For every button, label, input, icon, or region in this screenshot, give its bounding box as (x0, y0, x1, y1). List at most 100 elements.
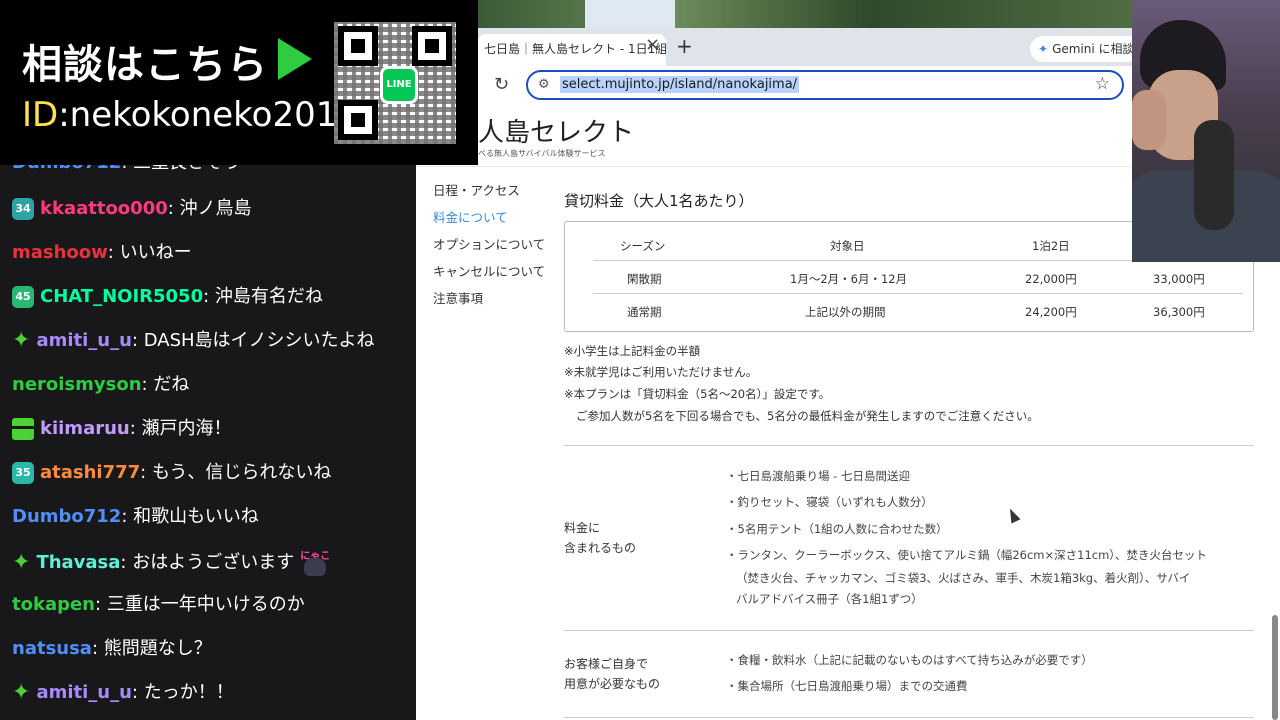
section-divider (564, 717, 1254, 718)
chat-message: neroismyson: だね (12, 374, 190, 395)
note-line: ご参加人数が5名を下回る場合でも、5名分の最低料金が発生しますのでご注意ください… (576, 409, 1039, 423)
webcam-feed (1132, 0, 1280, 262)
chat-username[interactable]: tokapen (12, 594, 95, 615)
browser-tab[interactable]: 七日島｜無人島セレクト - 1日1組 (478, 34, 666, 66)
site-tagline: べる無人島サバイバル体験サービス (478, 149, 606, 158)
chat-username[interactable]: amiti_u_u (36, 682, 131, 703)
chat-message: 34 kkaattoo000: 沖ノ鳥島 (12, 194, 252, 224)
chat-text: 三重は一年中いけるのか (106, 594, 305, 615)
bookmark-star-icon[interactable]: ☆ (1095, 74, 1110, 94)
chat-username[interactable]: kiimaruu (40, 418, 130, 439)
play-arrow-icon (278, 38, 312, 80)
bring-label-line1: お客様ご自身で (564, 657, 649, 671)
table-cell: 1月〜2月・6月・12月 (790, 272, 908, 286)
chat-text: 瀬戸内海！ (141, 418, 232, 439)
chat-message: kiimaruu: 瀬戸内海！ (12, 414, 232, 444)
chat-message: tokapen: 三重は一年中いけるのか (12, 594, 305, 615)
note-line: ※未就学児はご利用いただけません。 (564, 365, 758, 379)
gift-badge-icon (12, 418, 34, 440)
site-info-icon[interactable]: ⚙ (538, 77, 550, 92)
chat-text: 熊問題なし？ (103, 638, 212, 659)
chat-username[interactable]: kkaattoo000 (40, 198, 168, 219)
reload-icon[interactable]: ↻ (494, 74, 509, 95)
chat-text: おはようございます (132, 552, 295, 573)
page-scrollbar[interactable] (1272, 615, 1278, 720)
table-cell: 通常期 (627, 305, 662, 319)
gemini-label: Gemini に相談 (1052, 42, 1135, 56)
consultation-overlay: 相談はこちら ID:nekokoneko2018 LINE (0, 0, 478, 165)
included-item: ・釣りセット、寝袋（いずれも人数分） (726, 495, 933, 509)
cat-emote-icon: にゃこ (298, 546, 332, 580)
included-item: ・七日島渡船乗り場 - 七日島間送迎 (726, 469, 910, 483)
tab-close-icon[interactable]: × (645, 34, 660, 55)
included-label-line1: 料金に (564, 521, 601, 535)
chat-username[interactable]: Dumbo712 (12, 506, 121, 527)
sparkle-badge-icon: ✦ (12, 328, 31, 353)
gemini-sparkle-icon: ✦ (1038, 42, 1049, 56)
address-bar[interactable]: ⚙ select.mujinto.jp/island/nanokajima/ ☆ (526, 70, 1124, 100)
included-item: バルアドバイス冊子（各1組1ずつ） (736, 592, 923, 606)
chat-username[interactable]: amiti_u_u (36, 330, 131, 351)
browser-window: 七日島｜無人島セレクト - 1日1組 × + ✦ Gemini に相談 ↻ ⚙ s… (478, 28, 1140, 106)
chat-message: ✦ Thavasa: おはようございます にゃこ (12, 546, 332, 576)
table-cell: 閑散期 (627, 272, 662, 286)
nav-item-options[interactable]: オプションについて (433, 236, 545, 263)
streamer-hand (1132, 90, 1166, 150)
nav-item-notes[interactable]: 注意事項 (433, 290, 545, 317)
chat-username[interactable]: mashoow (12, 242, 108, 263)
chat-text: いいねー (119, 242, 192, 263)
subscriber-badge-icon: 45 (12, 286, 34, 308)
tab-bar: 七日島｜無人島セレクト - 1日1組 × + ✦ Gemini に相談 (478, 28, 1140, 66)
chat-message: mashoow: いいねー (12, 242, 192, 263)
microphone-icon (1194, 120, 1234, 230)
chat-username[interactable]: CHAT_NOIR5050 (40, 286, 203, 307)
table-header: シーズン (620, 239, 666, 253)
tab-title: 七日島｜無人島セレクト - 1日1組 (484, 42, 666, 56)
line-id-value: ID:nekokoneko2018 (22, 95, 359, 135)
chat-panel: Dumbo712: 三重良さそう34kkaattoo000: 沖ノ鳥島masho… (0, 140, 416, 720)
gemini-button[interactable]: ✦ Gemini に相談 (1030, 36, 1140, 62)
chat-username[interactable]: atashi777 (40, 462, 140, 483)
included-label-line2: 含まれるもの (564, 541, 637, 555)
site-logo[interactable]: 人島セレクト (478, 112, 634, 149)
nav-item-access[interactable]: 日程・アクセス (433, 182, 545, 209)
chat-text: だね (153, 374, 190, 395)
chat-text: 沖島有名だね (214, 286, 323, 307)
new-tab-button[interactable]: + (676, 34, 693, 58)
nav-item-pricing[interactable]: 料金について (433, 209, 545, 236)
chat-message: Dumbo712: 和歌山もいいね (12, 506, 259, 527)
bring-label: お客様ご自身で 用意が必要なもの (564, 654, 660, 694)
table-cell: 上記以外の期間 (805, 305, 886, 319)
chat-message: 35 atashi777: もう、信じられないね (12, 458, 331, 488)
chat-text: たっか！！ (143, 682, 234, 703)
note-line: ※本プランは「貸切料金（5名〜20名）」設定です。 (564, 387, 831, 401)
table-cell: 24,200円 (1025, 305, 1077, 319)
chat-message: ✦ amiti_u_u: たっか！！ (12, 678, 234, 708)
chat-username[interactable]: Thavasa (36, 552, 120, 573)
included-item: （焚き火台、チャッカマン、ゴミ袋3、火ばさみ、軍手、木炭1箱3kg、着火剤）、サ… (736, 571, 1191, 585)
line-logo-icon: LINE (380, 66, 418, 104)
chat-username[interactable]: neroismyson (12, 374, 142, 395)
chat-message: ✦ amiti_u_u: DASH島はイノシシいたよね (12, 326, 375, 356)
nav-item-cancel[interactable]: キャンセルについて (433, 263, 545, 290)
chat-text: 和歌山もいいね (133, 506, 259, 527)
chat-text: 沖ノ鳥島 (179, 198, 252, 219)
table-cell: 36,300円 (1153, 305, 1205, 319)
table-row-divider (593, 293, 1243, 294)
url-text[interactable]: select.mujinto.jp/island/nanokajima/ (560, 76, 800, 93)
included-item: ・ランタン、クーラーボックス、使い捨てアルミ鍋（幅26cm×深さ11cm）、焚き… (726, 548, 1208, 562)
signboard-image (585, 0, 675, 28)
table-header: 対象日 (830, 239, 865, 253)
chat-text: DASH島はイノシシいたよね (143, 330, 375, 351)
included-label: 料金に 含まれるもの (564, 518, 636, 558)
included-item: ・5名用テント（1組の人数に合わせた数） (726, 522, 948, 536)
section-title: 貸切料金（大人1名あたり） (564, 192, 754, 210)
video-background-strip (478, 0, 1132, 28)
sparkle-badge-icon: ✦ (12, 680, 31, 705)
bring-label-line2: 用意が必要なもの (564, 677, 661, 691)
section-divider (564, 445, 1254, 446)
table-cell: 33,000円 (1153, 272, 1205, 286)
note-line: ※小学生は上記料金の半額 (564, 344, 701, 358)
line-id-text: ID:nekokoneko2018 (22, 95, 359, 135)
chat-username[interactable]: natsusa (12, 638, 92, 659)
